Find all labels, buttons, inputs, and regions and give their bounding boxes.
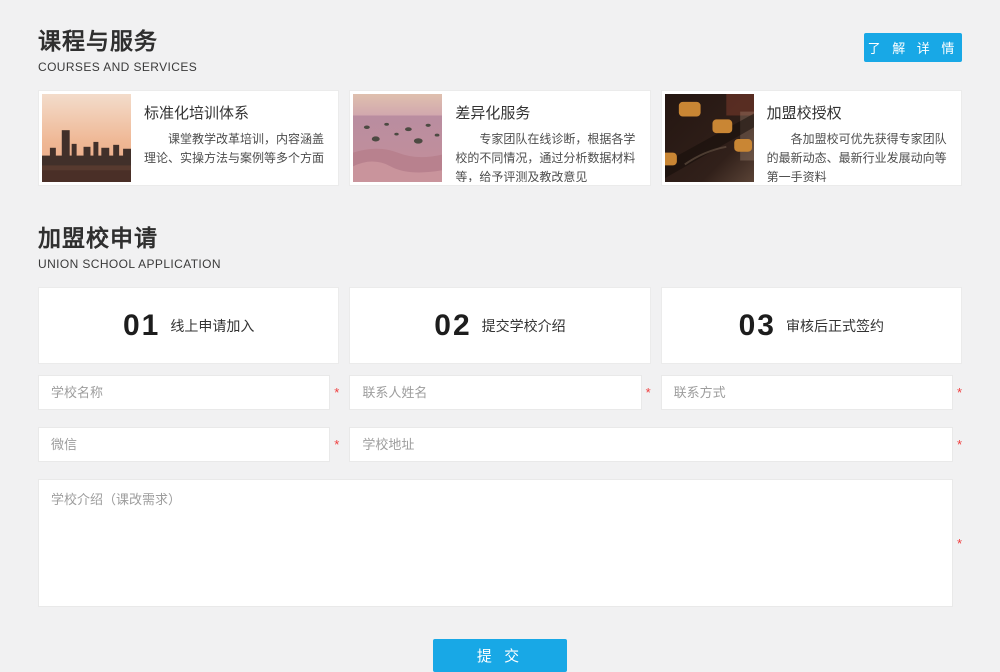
application-title: 加盟校申请 (38, 219, 221, 253)
application-steps-row: 01 线上申请加入 02 提交学校介绍 03 审核后正式签约 (38, 287, 962, 364)
form-grid: * * * * * (38, 375, 962, 607)
service-card-differentiated: 差异化服务 专家团队在线诊断，根据各学校的不同情况，通过分析数据材料等，给予评测… (349, 90, 650, 186)
application-subtitle: UNION SCHOOL APPLICATION (38, 257, 221, 271)
school-address-field: * (349, 427, 962, 462)
service-card-body: 加盟校授权 各加盟校可优先获得专家团队的最新动态、最新行业发展动向等第一手资料 (754, 94, 958, 182)
wechat-field: * (38, 427, 339, 462)
service-card-text: 各加盟校可优先获得专家团队的最新动态、最新行业发展动向等第一手资料 (767, 130, 948, 182)
contact-name-field: * (349, 375, 650, 410)
step-number: 01 (123, 309, 160, 343)
services-heading-block: 课程与服务 COURSES AND SERVICES (38, 22, 197, 74)
step-number: 03 (739, 309, 776, 343)
step-label: 审核后正式签约 (786, 316, 884, 336)
city-skyline-image (42, 94, 131, 182)
step-3-sign-contract: 03 审核后正式签约 (661, 287, 962, 364)
step-1-apply-online: 01 线上申请加入 (38, 287, 339, 364)
service-card-title: 标准化培训体系 (144, 102, 325, 123)
service-card-title: 差异化服务 (455, 102, 636, 123)
service-card-text: 课堂教学改革培训，内容涵盖理论、实操方法与案例等多个方面 (144, 130, 325, 168)
step-label: 提交学校介绍 (482, 316, 566, 336)
contact-name-input[interactable] (349, 375, 641, 410)
application-section: 加盟校申请 UNION SCHOOL APPLICATION 01 线上申请加入… (38, 219, 962, 672)
contact-method-field: * (661, 375, 962, 410)
service-card-body: 差异化服务 专家团队在线诊断，根据各学校的不同情况，通过分析数据材料等，给予评测… (442, 94, 646, 182)
step-2-submit-intro: 02 提交学校介绍 (349, 287, 650, 364)
contact-method-input[interactable] (661, 375, 953, 410)
school-name-field: * (38, 375, 339, 410)
learn-more-button[interactable]: 了 解 详 情 (864, 33, 962, 62)
submit-button[interactable]: 提 交 (433, 639, 567, 672)
services-title: 课程与服务 (38, 22, 197, 56)
application-header: 加盟校申请 UNION SCHOOL APPLICATION (38, 219, 962, 271)
service-card-body: 标准化培训体系 课堂教学改革培训，内容涵盖理论、实操方法与案例等多个方面 (131, 94, 335, 182)
application-heading-block: 加盟校申请 UNION SCHOOL APPLICATION (38, 219, 221, 271)
required-marker: * (330, 438, 339, 451)
step-label: 线上申请加入 (170, 316, 254, 336)
school-name-input[interactable] (38, 375, 330, 410)
required-marker: * (953, 386, 962, 399)
service-card-text: 专家团队在线诊断，根据各学校的不同情况，通过分析数据材料等，给予评测及教改意见 (455, 130, 636, 182)
required-marker: * (953, 537, 962, 550)
desert-dusk-image (353, 94, 442, 182)
school-intro-textarea[interactable] (38, 479, 953, 607)
required-marker: * (642, 386, 651, 399)
service-card-training: 标准化培训体系 课堂教学改革培训，内容涵盖理论、实操方法与案例等多个方面 (38, 90, 339, 186)
step-number: 02 (434, 309, 471, 343)
school-address-input[interactable] (349, 427, 953, 462)
school-intro-field: * (38, 479, 962, 607)
services-subtitle: COURSES AND SERVICES (38, 60, 197, 74)
required-marker: * (330, 386, 339, 399)
film-strip-image (665, 94, 754, 182)
required-marker: * (953, 438, 962, 451)
service-card-title: 加盟校授权 (767, 102, 948, 123)
service-card-authorization: 加盟校授权 各加盟校可优先获得专家团队的最新动态、最新行业发展动向等第一手资料 (661, 90, 962, 186)
services-section: 课程与服务 COURSES AND SERVICES 了 解 详 情 (38, 22, 962, 186)
services-header: 课程与服务 COURSES AND SERVICES 了 解 详 情 (38, 22, 962, 74)
page: 课程与服务 COURSES AND SERVICES 了 解 详 情 (0, 0, 1000, 672)
service-cards-row: 标准化培训体系 课堂教学改革培训，内容涵盖理论、实操方法与案例等多个方面 (38, 90, 962, 186)
application-form: * * * * * (38, 375, 962, 672)
wechat-input[interactable] (38, 427, 330, 462)
